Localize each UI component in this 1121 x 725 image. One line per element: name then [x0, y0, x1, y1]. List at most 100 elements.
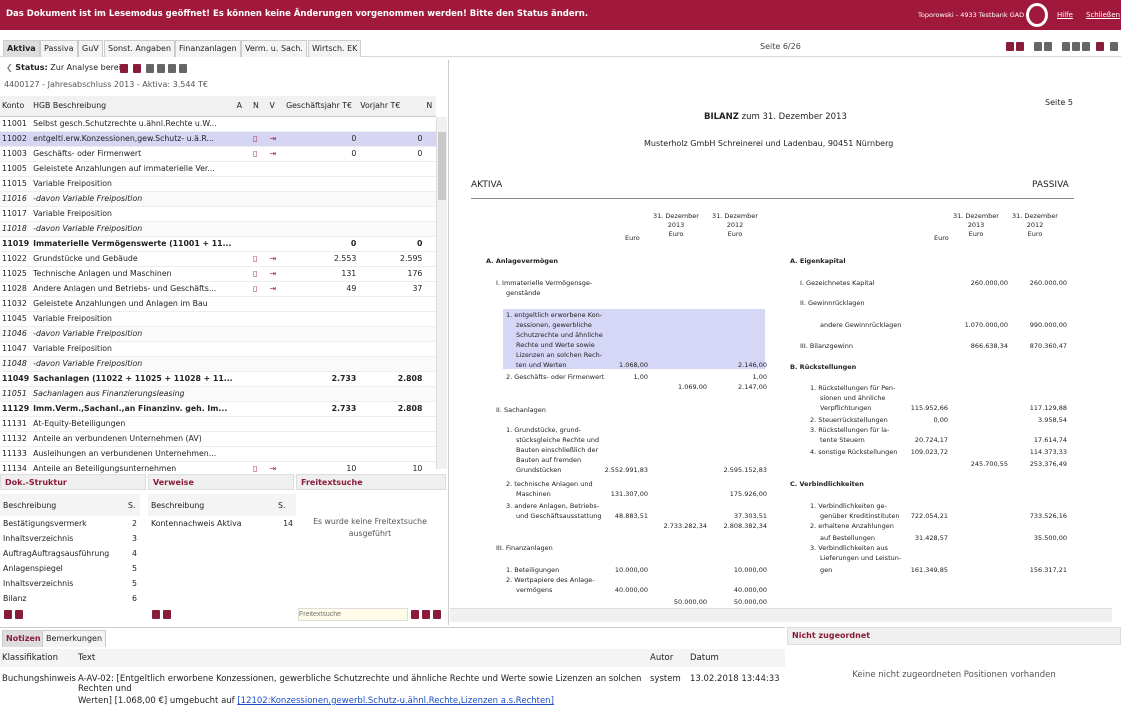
- attachment-icon[interactable]: ▯: [253, 284, 257, 293]
- tab-aktiva[interactable]: Aktiva: [3, 40, 40, 57]
- table-row[interactable]: 11019 Immaterielle Vermögenswerte (11001 …: [0, 236, 436, 252]
- col-n2[interactable]: N: [424, 96, 436, 117]
- tab-guv[interactable]: GuV: [78, 40, 103, 57]
- close-link[interactable]: Schließen: [1086, 11, 1120, 19]
- table-row[interactable]: 11032 Geleistete Anzahlungen und Anlagen …: [0, 296, 436, 312]
- export-icon[interactable]: [157, 64, 165, 73]
- search-icon[interactable]: [1082, 42, 1090, 51]
- link-arrow-icon[interactable]: ⇥: [269, 464, 276, 473]
- table-row[interactable]: 11045 Variable Freiposition: [0, 311, 436, 327]
- list-item[interactable]: Bilanz 6: [0, 591, 140, 606]
- table-row[interactable]: 11015 Variable Freiposition: [0, 176, 436, 192]
- table-row[interactable]: 11002 entgeltl.erw.Konzessionen,gew.Schut…: [0, 131, 436, 147]
- ver-next-icon[interactable]: [163, 610, 171, 619]
- link-arrow-icon[interactable]: ⇥: [269, 269, 276, 278]
- table-row[interactable]: 11133 Ausleihungen an verbundenen Unterne…: [0, 446, 436, 462]
- tab-wirtsch-ek[interactable]: Wirtsch. EK: [308, 40, 362, 57]
- list-item[interactable]: Inhaltsverzeichnis 3: [0, 531, 140, 546]
- dok-next-icon[interactable]: [15, 610, 23, 619]
- col-seite[interactable]: S.: [275, 494, 296, 516]
- table-row[interactable]: 11131 At-Equity-Beteiligungen: [0, 416, 436, 432]
- table-row[interactable]: 11051 Sachanlagen aus Finanzierungsleasi…: [0, 386, 436, 402]
- attachment-icon[interactable]: ▯: [253, 134, 257, 143]
- note-link[interactable]: [12102:Konzessionen,gewerbl.Schutz-u.ähn…: [237, 696, 554, 706]
- col-beschreibung[interactable]: HGB Beschreibung: [31, 96, 235, 117]
- table-row[interactable]: 11017 Variable Freiposition: [0, 206, 436, 222]
- prev-result-icon[interactable]: [422, 610, 430, 619]
- table-row[interactable]: 11047 Variable Freiposition: [0, 341, 436, 357]
- tab-sonst-angaben[interactable]: Sonst. Angaben: [104, 40, 176, 57]
- dok-prev-icon[interactable]: [4, 610, 12, 619]
- table-row[interactable]: 11028 Andere Anlagen und Betriebs- und Ge…: [0, 281, 436, 297]
- link-arrow-icon[interactable]: ⇥: [269, 149, 276, 158]
- link-arrow-icon[interactable]: ⇥: [269, 134, 276, 143]
- zoom-in-icon[interactable]: [1062, 42, 1070, 51]
- attachment-icon[interactable]: ▯: [253, 464, 257, 473]
- doc-text-line: Verpflichtungen: [820, 404, 872, 412]
- tab-passiva[interactable]: Passiva: [40, 40, 78, 57]
- list-item[interactable]: Kontennachweis Aktiva 14: [148, 516, 296, 531]
- link-arrow-icon[interactable]: ⇥: [269, 254, 276, 263]
- fit-width-icon[interactable]: [1044, 42, 1052, 51]
- attachment-icon[interactable]: ▯: [253, 149, 257, 158]
- table-row[interactable]: 11001 Selbst gesch.Schutzrechte u.ähnl.Re…: [0, 116, 436, 132]
- table-row[interactable]: 11005 Geleistete Anzahlungen auf immateri…: [0, 161, 436, 177]
- col-n[interactable]: N: [251, 96, 268, 117]
- fit-page-icon[interactable]: [1034, 42, 1042, 51]
- tab-bemerkungen[interactable]: Bemerkungen: [42, 630, 107, 647]
- geschaeftsjahr-cell: [284, 311, 359, 327]
- search-icon[interactable]: [411, 610, 419, 619]
- col-vorjahr[interactable]: Vorjahr T€: [358, 96, 425, 117]
- table-row[interactable]: 11049 Sachanlagen (11022 + 11025 + 11028 …: [0, 371, 436, 387]
- table-row[interactable]: 11129 Imm.Verm.,Sachanl.,an Finanzinv. ge…: [0, 401, 436, 417]
- list-item[interactable]: Bestätigungsvermerk 2: [0, 516, 140, 531]
- col-datum[interactable]: Datum: [690, 653, 719, 663]
- grid-scroll-thumb[interactable]: [438, 132, 446, 200]
- table-row[interactable]: 11003 Geschäfts- oder Firmenwert ▯ ⇥ 0 0: [0, 146, 436, 162]
- col-seite[interactable]: S.: [125, 494, 140, 516]
- list-item[interactable]: AuftragAuftragsausführung 4: [0, 546, 140, 561]
- status-stop-icon[interactable]: [133, 64, 141, 73]
- prev-page-icon[interactable]: [1006, 42, 1014, 51]
- help-link[interactable]: Hilfe: [1057, 11, 1073, 19]
- col-geschaeftsjahr[interactable]: Geschäftsjahr T€: [284, 96, 359, 117]
- col-beschreibung[interactable]: Beschreibung: [148, 494, 276, 516]
- tab-finanzanlagen[interactable]: Finanzanlagen: [175, 40, 241, 57]
- list-item[interactable]: Inhaltsverzeichnis 5: [0, 576, 140, 591]
- table-row[interactable]: 11046 -davon Variable Freiposition: [0, 326, 436, 342]
- col-beschreibung[interactable]: Beschreibung: [0, 494, 126, 516]
- col-text[interactable]: Text: [78, 653, 95, 663]
- freitext-search-input[interactable]: [298, 608, 408, 621]
- settings-icon[interactable]: [1110, 42, 1118, 51]
- back-icon[interactable]: ❮: [6, 63, 13, 72]
- splitter[interactable]: [448, 60, 449, 625]
- next-result-icon[interactable]: [433, 610, 441, 619]
- doc-text-line: Lizenzen an solchen Rech-: [516, 351, 603, 359]
- list-item[interactable]: Anlagenspiegel 5: [0, 561, 140, 576]
- attachment-icon[interactable]: ▯: [253, 254, 257, 263]
- tab-verm-sach[interactable]: Verm. u. Sach.: [241, 40, 307, 57]
- attachment-icon[interactable]: ▯: [253, 269, 257, 278]
- doc-hscrollbar[interactable]: [450, 608, 1112, 622]
- table-row[interactable]: 11016 -davon Variable Freiposition: [0, 191, 436, 207]
- zoom-out-icon[interactable]: [1072, 42, 1080, 51]
- table-row[interactable]: 11025 Technische Anlagen und Maschinen ▯ ⇥ 1…: [0, 266, 436, 282]
- col-autor[interactable]: Autor: [650, 653, 673, 663]
- print-icon[interactable]: [146, 64, 154, 73]
- tab-notizen[interactable]: Notizen: [2, 630, 45, 647]
- col-v[interactable]: V: [267, 96, 285, 117]
- ver-prev-icon[interactable]: [152, 610, 160, 619]
- table-row[interactable]: 11022 Grundstücke und Gebäude ▯ ⇥ 2.553 2.595: [0, 251, 436, 267]
- info-icon[interactable]: [179, 64, 187, 73]
- table-row[interactable]: 11048 -davon Variable Freiposition: [0, 356, 436, 372]
- col-klassifikation[interactable]: Klassifikation: [2, 653, 58, 663]
- col-konto[interactable]: Konto: [0, 96, 32, 117]
- status-next-icon[interactable]: [120, 64, 128, 73]
- next-page-icon[interactable]: [1016, 42, 1024, 51]
- close-icon[interactable]: [1096, 42, 1104, 51]
- table-row[interactable]: 11132 Anteile an verbundenen Unternehmen …: [0, 431, 436, 447]
- table-row[interactable]: 11018 -davon Variable Freiposition: [0, 221, 436, 237]
- copy-icon[interactable]: [168, 64, 176, 73]
- col-a[interactable]: A: [234, 96, 252, 117]
- link-arrow-icon[interactable]: ⇥: [269, 284, 276, 293]
